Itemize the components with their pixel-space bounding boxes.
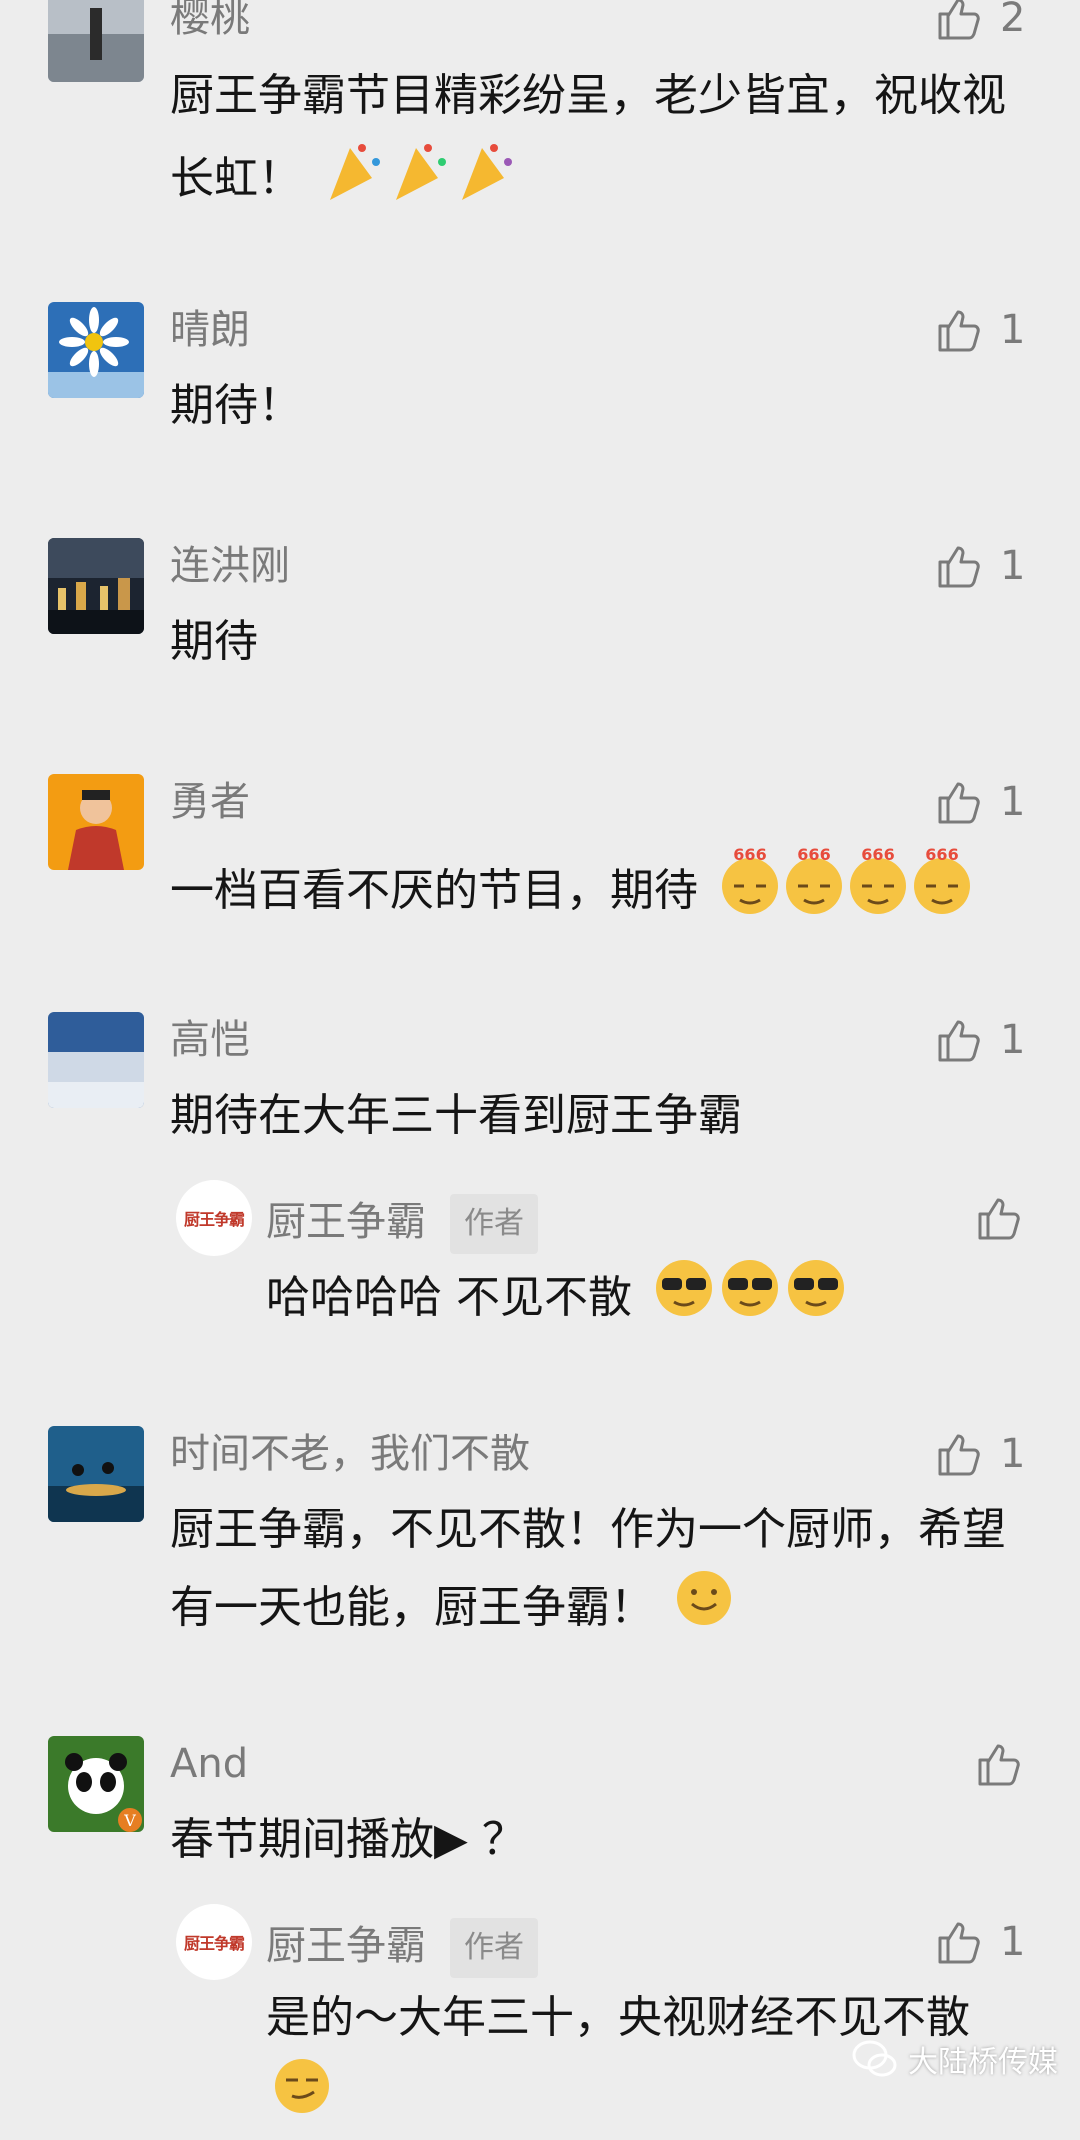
svg-text:666: 666 [925, 846, 958, 864]
comment-text: 期待在大年三十看到厨王争霸 [170, 1090, 742, 1141]
svg-text:666: 666 [861, 846, 894, 864]
commenter-name[interactable]: 时间不老，我们不散 [170, 1430, 530, 1478]
avatar[interactable] [48, 538, 144, 634]
like-count: 1 [1000, 543, 1026, 589]
reply-text-content: 哈哈哈哈 不见不散 [266, 1272, 632, 1323]
like-count: 1 [1000, 1017, 1026, 1063]
like-button[interactable]: 1 [934, 778, 1025, 826]
like-button[interactable]: 1 [934, 306, 1025, 354]
like-count: 1 [1000, 779, 1026, 825]
avatar[interactable] [48, 302, 144, 398]
watermark: 大陆桥传媒 [852, 2037, 1058, 2081]
reply-like-button[interactable]: 1 [934, 1918, 1025, 1966]
avatar[interactable] [48, 774, 144, 870]
comment-text: 春节期间播放▶ ？ [170, 1814, 526, 1865]
author-badge: 作者 [450, 1918, 538, 1978]
party-popper-icon [322, 134, 522, 228]
comment-text: 期待 [170, 616, 258, 667]
comment-text: 期待！ [170, 380, 302, 431]
avatar[interactable]: V [48, 1736, 144, 1832]
reply-avatar[interactable]: 厨王争霸 [176, 1904, 252, 1980]
svg-text:V: V [123, 1811, 136, 1830]
comment-text: 厨王争霸，不见不散！作为一个厨师，希望有一天也能，厨王争霸！ [170, 1492, 1030, 1652]
like-count: 2 [1000, 0, 1026, 41]
reply-avatar[interactable]: 厨王争霸 [176, 1180, 252, 1256]
reply-author-name[interactable]: 厨王争霸 作者 [266, 1918, 538, 1978]
commenter-name[interactable]: 连洪刚 [170, 542, 290, 590]
reply-text: 哈哈哈哈 不见不散 [266, 1256, 1026, 1344]
thumbs-up-icon [978, 1744, 1020, 1786]
reply-author-name-text: 厨王争霸 [266, 1199, 426, 1245]
666-emoji-icon: 666 666 666 666 [718, 845, 974, 940]
comment-text-content: 厨王争霸，不见不散！作为一个厨师，希望有一天也能，厨王争霸！ [170, 1504, 1006, 1633]
svg-text:666: 666 [733, 846, 766, 864]
cool-sunglasses-icon [652, 1256, 852, 1344]
author-badge: 作者 [450, 1194, 538, 1254]
reply-author-name-text: 厨王争霸 [266, 1923, 426, 1969]
thumbs-up-icon [938, 546, 980, 588]
reply-text-content: 是的～大年三十，央视财经不见不散 [266, 1992, 970, 2043]
thumbs-up-icon [938, 1020, 980, 1062]
commenter-name[interactable]: 樱桃 [170, 0, 250, 42]
like-count: 1 [1000, 307, 1026, 353]
wechat-icon [852, 2040, 897, 2077]
like-button[interactable]: 1 [934, 1016, 1025, 1064]
watermark-text: 大陆桥传媒 [908, 2045, 1058, 2080]
smile-icon [674, 1568, 734, 1652]
commenter-name[interactable]: 高恺 [170, 1016, 250, 1064]
avatar[interactable] [48, 1426, 144, 1522]
svg-text:666: 666 [797, 846, 830, 864]
reply-avatar-logo: 厨王争霸 [183, 1210, 245, 1229]
thumbs-up-icon [938, 310, 980, 352]
thumbs-up-icon [938, 1922, 980, 1964]
reply-like-button[interactable] [974, 1194, 1022, 1242]
commenter-name[interactable]: And [170, 1740, 248, 1788]
commenter-name[interactable]: 晴朗 [170, 306, 250, 354]
comment-text: 一档百看不厌的节目，期待 666 666 666 666 [170, 845, 1050, 940]
thumbs-up-icon [938, 1434, 980, 1476]
like-button[interactable]: 1 [934, 542, 1025, 590]
like-button[interactable]: 1 [934, 1430, 1025, 1478]
avatar[interactable] [48, 1012, 144, 1108]
avatar[interactable] [48, 0, 144, 82]
commenter-name[interactable]: 勇者 [170, 778, 250, 826]
like-count: 1 [1000, 1431, 1026, 1477]
comment-text: 厨王争霸节目精彩纷呈，老少皆宜，祝收视长虹！ [170, 58, 1030, 228]
reply-avatar-logo: 厨王争霸 [183, 1934, 245, 1953]
like-button[interactable]: 2 [934, 0, 1025, 42]
comment-text-content: 一档百看不厌的节目，期待 [170, 865, 698, 916]
comment-text-content: 厨王争霸节目精彩纷呈，老少皆宜，祝收视长虹！ [170, 70, 1006, 204]
reply-author-name[interactable]: 厨王争霸 作者 [266, 1194, 538, 1254]
like-button[interactable] [974, 1740, 1040, 1788]
like-count: 1 [1000, 1919, 1026, 1965]
smirk-icon [272, 2056, 332, 2140]
thumbs-up-icon [978, 1198, 1020, 1240]
thumbs-up-icon [938, 0, 980, 40]
thumbs-up-icon [938, 782, 980, 824]
